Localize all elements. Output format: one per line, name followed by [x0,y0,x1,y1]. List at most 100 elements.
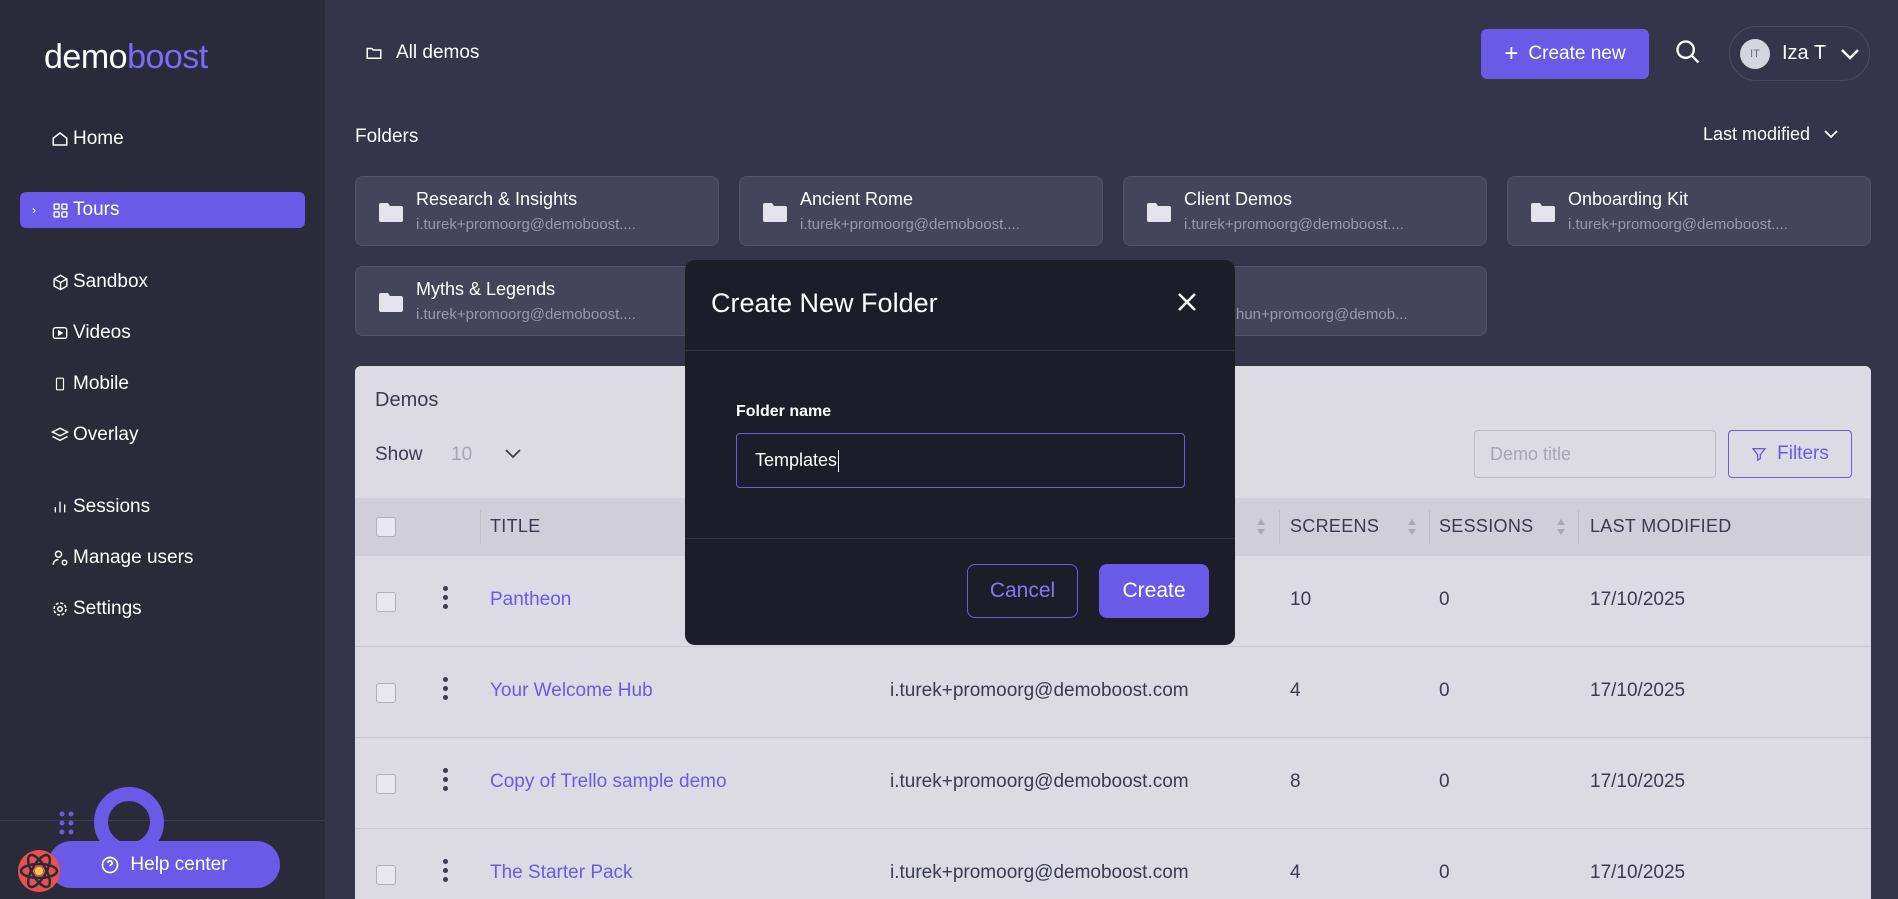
sidebar-item-tours[interactable]: › Tours [20,192,305,228]
column-header-last-modified[interactable]: LAST MODIFIED [1590,516,1732,537]
avatar: IT [1740,38,1770,69]
column-header-screens[interactable]: SCREENS [1290,516,1379,537]
sidebar-item-label: Sandbox [73,271,149,292]
mobile-icon [50,374,70,394]
column-header-title[interactable]: TITLE [490,516,541,537]
demo-title-link[interactable]: Your Welcome Hub [490,680,653,702]
folders-heading: Folders [355,126,419,147]
sidebar-item-label: Settings [73,598,142,619]
row-checkbox[interactable] [376,592,396,612]
bar-chart-icon [50,497,70,517]
help-center-button[interactable]: Help center [48,841,280,888]
home-icon [50,129,70,149]
folder-card[interactable]: Onboarding Kit i.turek+promoorg@demoboos… [1507,176,1871,246]
chevron-down-icon [1840,48,1860,60]
sidebar-item-settings[interactable]: Settings [20,591,305,627]
row-checkbox[interactable] [376,865,396,885]
breadcrumb[interactable]: All demos [364,42,479,64]
page-size-select[interactable]: 10 [451,444,472,466]
column-divider [480,510,481,544]
table-row[interactable]: The Starter Pack i.turek+promoorg@demobo… [355,829,1871,899]
folder-card[interactable]: Research & Insights i.turek+promoorg@dem… [355,176,719,246]
sidebar-item-label: Sessions [73,496,151,517]
grid-icon [50,200,70,220]
create-folder-modal: Create New Folder Folder name Templates … [685,260,1235,645]
filters-button[interactable]: Filters [1728,430,1852,478]
sidebar: demoboost Home › Tours Sandbox Videos Mo… [0,0,325,899]
filter-icon [1751,446,1767,462]
sidebar-item-mobile[interactable]: Mobile [20,366,305,402]
row-checkbox[interactable] [376,683,396,703]
sidebar-item-label: Tours [73,199,120,220]
demo-title-link[interactable]: The Starter Pack [490,862,633,884]
sort-icon[interactable] [1256,518,1266,541]
modal-divider [685,538,1235,539]
folder-card[interactable]: Myths & Legends i.turek+promoorg@demoboo… [355,266,719,336]
folder-icon [364,44,384,62]
chevron-down-icon[interactable] [505,446,521,464]
user-name: Iza T [1782,42,1827,64]
cube-icon [50,272,70,292]
sidebar-item-label: Videos [73,322,131,343]
chevron-down-icon [1824,130,1838,139]
table-row[interactable]: Your Welcome Hub i.turek+promoorg@demobo… [355,647,1871,738]
video-icon [50,323,70,343]
modal-divider [685,350,1235,351]
sidebar-item-overlay[interactable]: Overlay [20,417,305,453]
gear-icon [50,599,70,619]
folder-name-label: Folder name [736,403,832,420]
row-checkbox[interactable] [376,774,396,794]
demos-heading: Demos [375,389,439,411]
folder-icon [762,201,788,228]
sidebar-item-label: Mobile [73,373,129,394]
folder-card[interactable]: Client Demos i.turek+promoorg@demoboost.… [1123,176,1487,246]
chevron-right-icon: › [32,203,36,217]
sidebar-item-home[interactable]: Home [20,121,305,157]
demo-title-link[interactable]: Pantheon [490,589,571,611]
sidebar-item-label: Home [73,128,124,149]
layers-icon [50,425,70,445]
text-cursor [838,449,840,472]
sort-dropdown[interactable]: Last modified [1703,124,1838,145]
column-divider [1279,510,1280,544]
search-icon[interactable] [1674,38,1704,68]
create-button[interactable]: Create [1099,564,1209,618]
folder-icon [378,291,404,318]
sort-icon[interactable] [1407,518,1417,541]
column-divider [1578,510,1579,544]
logo[interactable]: demoboost [44,38,208,77]
more-options-icon[interactable] [443,677,449,704]
question-circle-icon [100,855,120,875]
close-icon[interactable] [1175,290,1201,316]
modal-title: Create New Folder [711,288,938,318]
select-all-checkbox[interactable] [376,517,396,537]
sidebar-item-videos[interactable]: Videos [20,315,305,351]
user-gear-icon [50,548,70,568]
demo-title-link[interactable]: Copy of Trello sample demo [490,771,727,793]
plus-icon: + [1504,40,1519,67]
show-label: Show [375,444,423,465]
sidebar-item-label: Overlay [73,424,139,445]
more-options-icon[interactable] [443,768,449,795]
cancel-button[interactable]: Cancel [967,564,1078,618]
sidebar-item-sessions[interactable]: Sessions [20,489,305,525]
sidebar-item-manage-users[interactable]: Manage users [20,540,305,576]
folder-icon [378,201,404,228]
drag-handle-icon[interactable] [58,810,76,841]
table-row[interactable]: Copy of Trello sample demo i.turek+promo… [355,738,1871,829]
folder-icon [1530,201,1556,228]
column-divider [1429,510,1430,544]
create-new-button[interactable]: + Create new [1481,29,1649,79]
sidebar-item-sandbox[interactable]: Sandbox [20,264,305,300]
react-devtools-icon[interactable] [14,846,64,896]
folder-card[interactable]: Ancient Rome i.turek+promoorg@demoboost.… [739,176,1103,246]
more-options-icon[interactable] [443,586,449,613]
sort-icon[interactable] [1556,518,1566,541]
column-header-sessions[interactable]: SESSIONS [1439,516,1533,537]
user-menu[interactable]: IT Iza T [1729,26,1870,81]
sidebar-item-label: Manage users [73,547,194,568]
demo-title-search-input[interactable]: Demo title [1474,430,1716,478]
more-options-icon[interactable] [443,859,449,886]
folder-name-input[interactable]: Templates [736,433,1185,488]
folder-icon [1146,201,1172,228]
